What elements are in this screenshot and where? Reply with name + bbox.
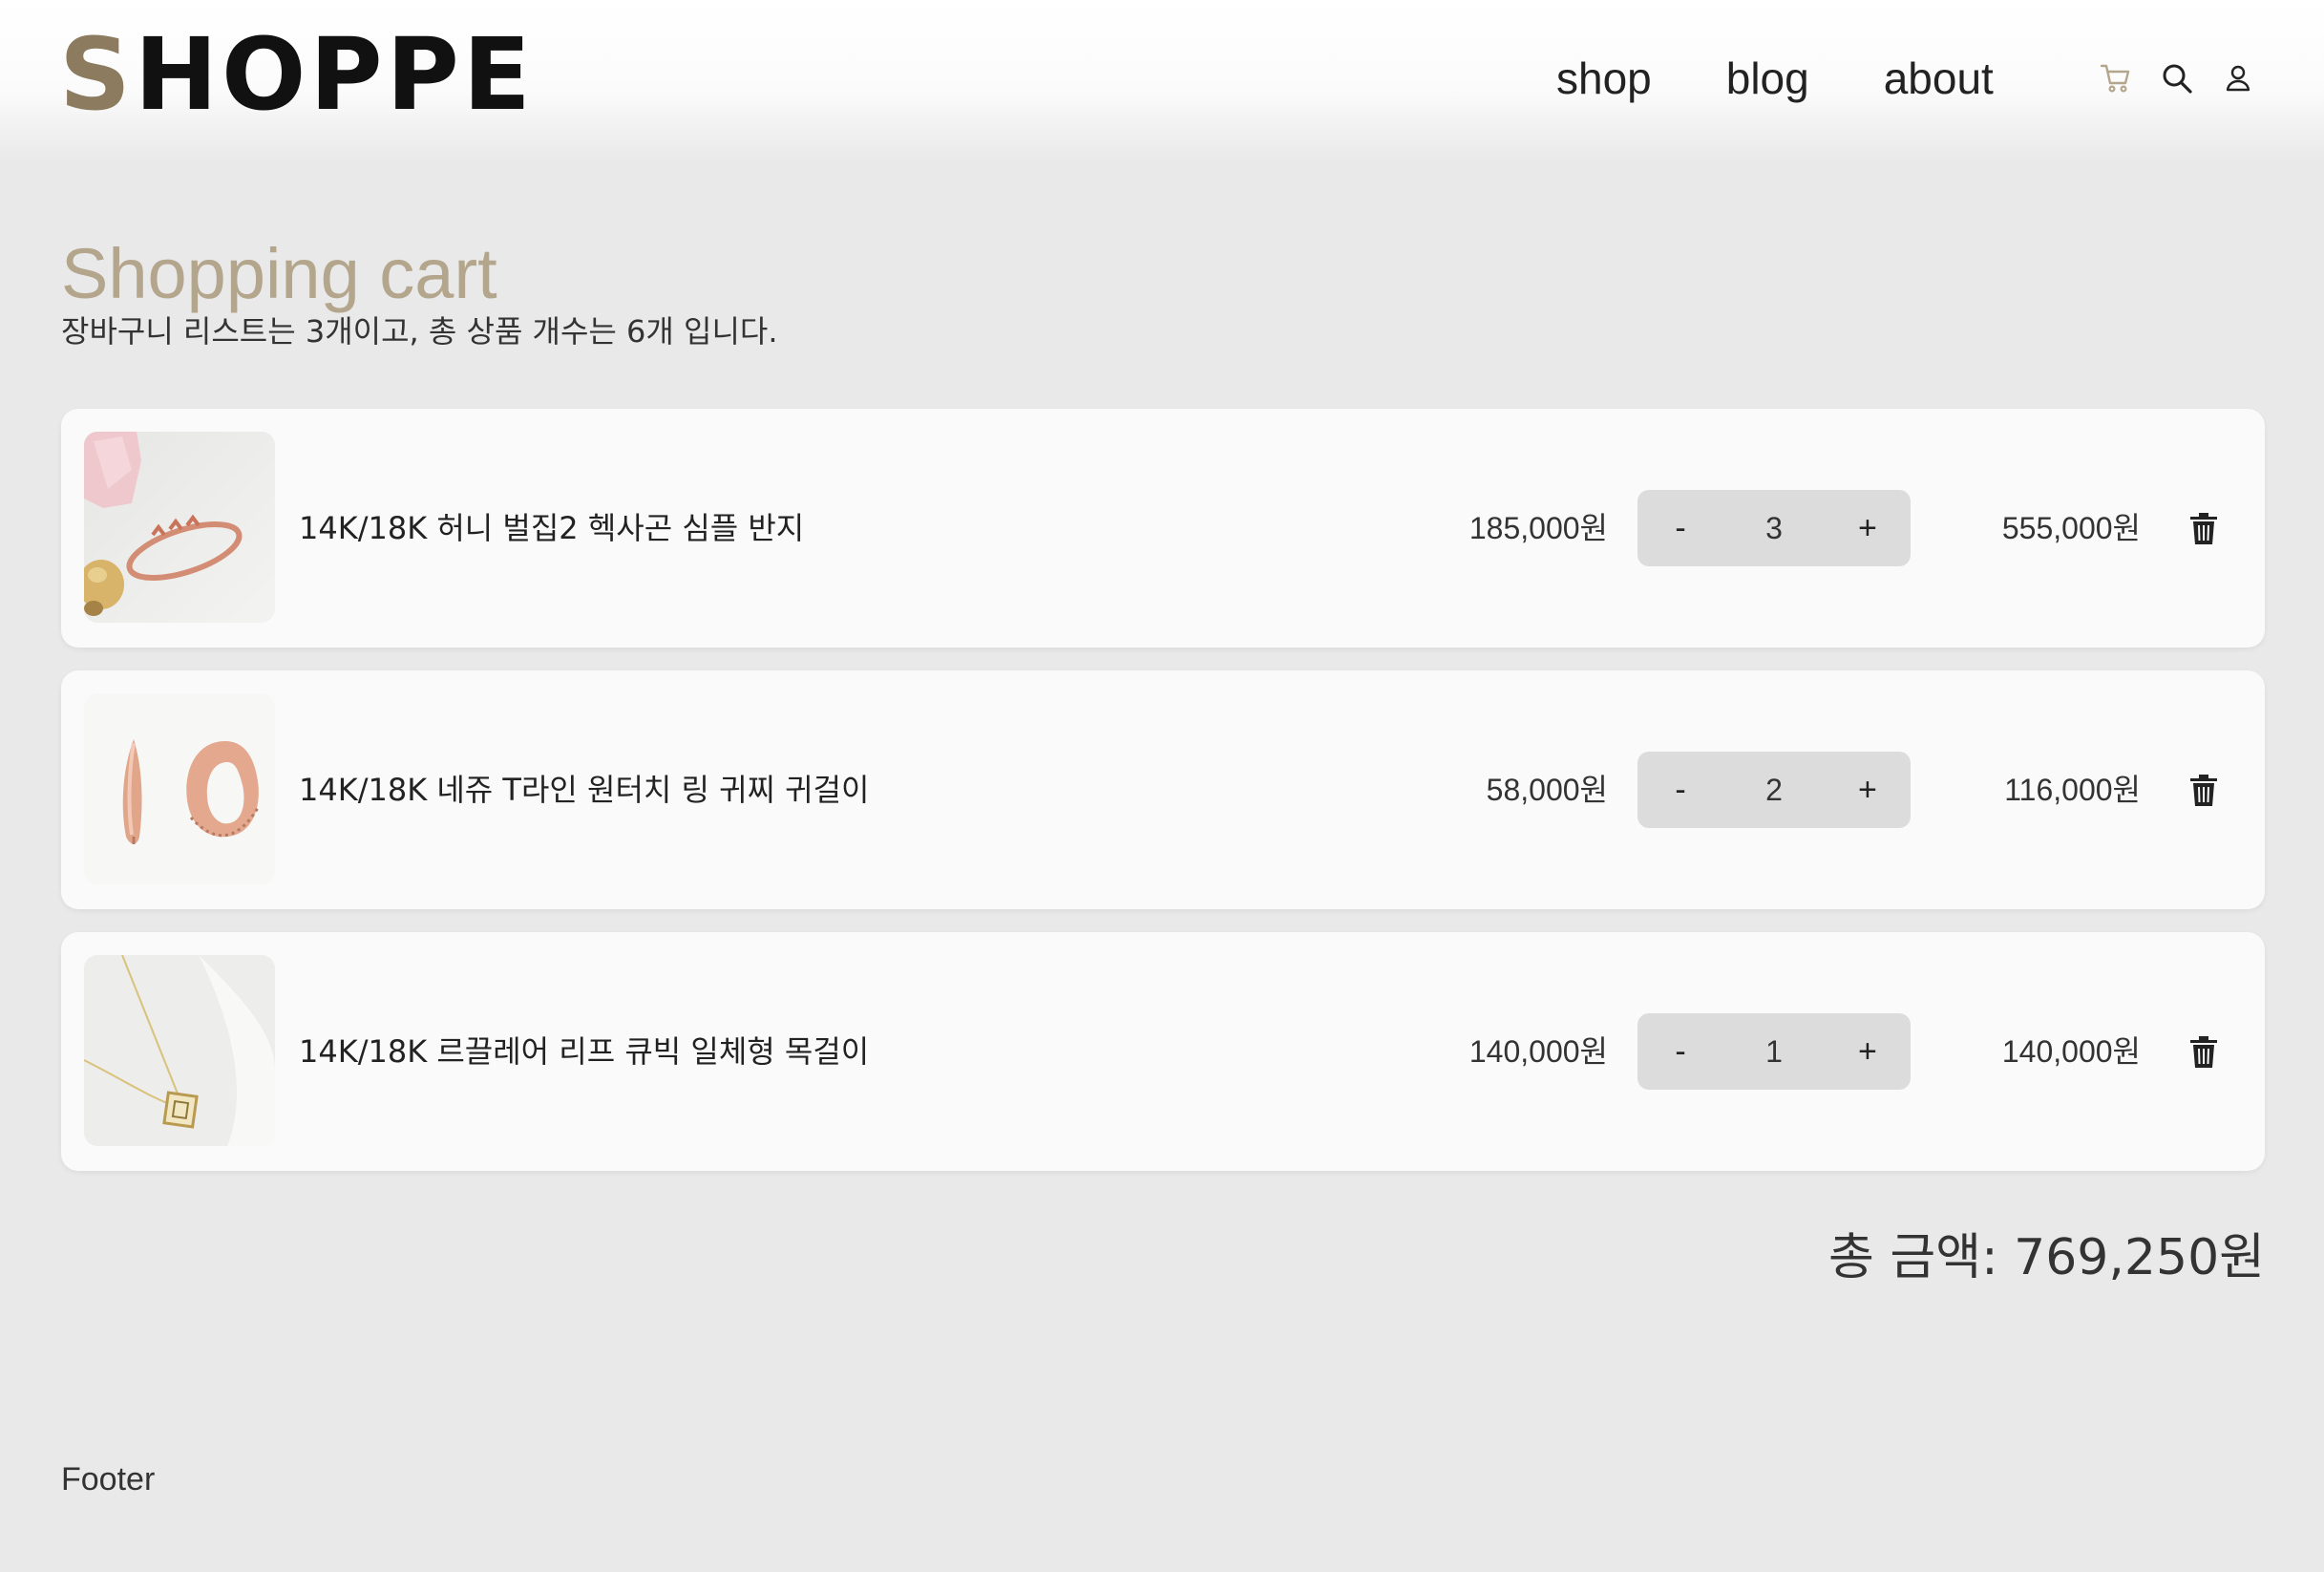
item-name[interactable]: 14K/18K 네쥬 T라인 원터치 링 귀찌 귀걸이	[299, 766, 870, 814]
unit-price: 185,000원	[1468, 511, 1608, 545]
product-image-ring[interactable]	[84, 432, 275, 623]
cart-item: 14K/18K 허니 벌집2 헥사곤 심플 반지 185,000원 - 3 + …	[61, 409, 2265, 648]
increase-button[interactable]: +	[1825, 510, 1911, 547]
logo-initial: S	[59, 16, 135, 133]
logo-text: HOPPE	[134, 16, 535, 133]
item-name[interactable]: 14K/18K 허니 벌집2 헥사곤 심플 반지	[299, 504, 804, 552]
nav-shop[interactable]: shop	[1556, 50, 1652, 107]
nav-about[interactable]: about	[1884, 50, 1994, 107]
product-image-earrings[interactable]	[84, 693, 275, 884]
trash-icon[interactable]	[2188, 512, 2219, 546]
quantity-value: 1	[1765, 1033, 1783, 1069]
user-icon[interactable]	[2219, 59, 2257, 97]
trash-icon[interactable]	[2188, 1035, 2219, 1070]
line-total: 140,000원	[2001, 1034, 2141, 1069]
quantity-value: 2	[1765, 772, 1783, 807]
decrease-button[interactable]: -	[1637, 510, 1723, 547]
search-icon[interactable]	[2158, 59, 2196, 97]
header-icons	[2097, 59, 2280, 97]
item-name[interactable]: 14K/18K 르끌레어 리프 큐빅 일체형 목걸이	[299, 1028, 869, 1075]
site-header: SHOPPE shop blog about	[0, 0, 2324, 162]
page-title: Shopping cart	[61, 233, 497, 313]
decrease-button[interactable]: -	[1637, 1033, 1723, 1071]
quantity-stepper: - 1 +	[1637, 1013, 1911, 1090]
trash-icon[interactable]	[2188, 774, 2219, 808]
cart-summary: 장바구니 리스트는 3개이고, 총 상품 개수는 6개 입니다.	[61, 313, 778, 350]
increase-button[interactable]: +	[1825, 1033, 1911, 1071]
product-image-necklace[interactable]	[84, 955, 275, 1146]
cart-item: 14K/18K 네쥬 T라인 원터치 링 귀찌 귀걸이 58,000원 - 2 …	[61, 670, 2265, 909]
increase-button[interactable]: +	[1825, 772, 1911, 809]
unit-price: 140,000원	[1468, 1034, 1608, 1069]
quantity-stepper: - 2 +	[1637, 752, 1911, 828]
quantity-stepper: - 3 +	[1637, 490, 1911, 566]
unit-price: 58,000원	[1486, 773, 1608, 807]
cart-icon[interactable]	[2097, 59, 2135, 97]
decrease-button[interactable]: -	[1637, 772, 1723, 809]
line-total: 116,000원	[2004, 773, 2141, 807]
cart-item: 14K/18K 르끌레어 리프 큐빅 일체형 목걸이 140,000원 - 1 …	[61, 932, 2265, 1171]
footer: Footer	[61, 1461, 156, 1498]
quantity-value: 3	[1765, 510, 1783, 545]
line-total: 555,000원	[2001, 511, 2141, 545]
main-nav: shop blog about	[1556, 50, 2068, 107]
logo[interactable]: SHOPPE	[59, 25, 535, 124]
nav-blog[interactable]: blog	[1726, 50, 1809, 107]
grand-total: 총 금액: 769,250원	[1828, 1229, 2265, 1286]
